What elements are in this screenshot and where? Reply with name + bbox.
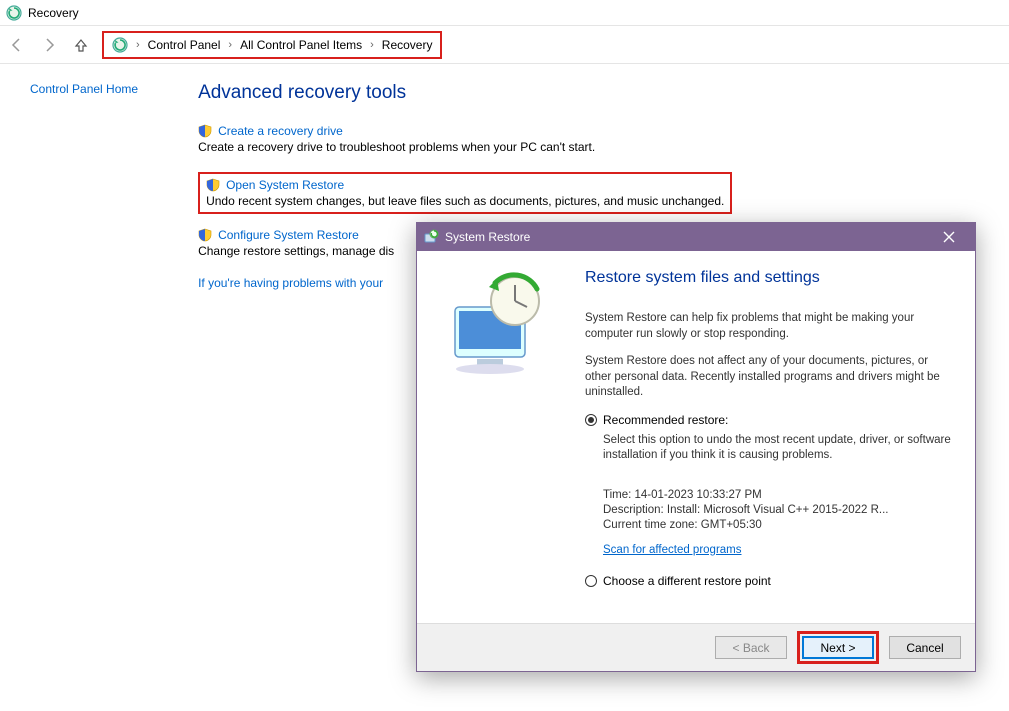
radio-recommended-restore[interactable]: Recommended restore: <box>585 413 955 427</box>
help-link[interactable]: If you're having problems with your <box>198 276 383 290</box>
chevron-right-icon: › <box>226 39 234 51</box>
control-panel-home-link[interactable]: Control Panel Home <box>30 82 138 96</box>
radio-description: Select this option to undo the most rece… <box>603 433 955 464</box>
close-button[interactable] <box>929 223 969 251</box>
dialog-body: Restore system files and settings System… <box>417 251 975 623</box>
shield-icon <box>206 178 220 192</box>
system-restore-dialog-icon <box>423 229 439 245</box>
dialog-paragraph: System Restore can help fix problems tha… <box>585 311 955 342</box>
nav-forward-icon[interactable] <box>38 34 60 56</box>
radio-icon <box>585 575 597 587</box>
tool-block-open-system-restore: Open System Restore Undo recent system c… <box>198 172 732 214</box>
nav-up-icon[interactable] <box>70 34 92 56</box>
close-icon <box>943 231 955 243</box>
scan-affected-programs-link[interactable]: Scan for affected programs <box>603 544 742 556</box>
configure-system-restore-link[interactable]: Configure System Restore <box>218 228 359 242</box>
recovery-window-icon <box>6 5 22 21</box>
next-button[interactable]: Next > <box>802 636 874 659</box>
breadcrumb: › Control Panel › All Control Panel Item… <box>102 31 442 59</box>
dialog-content-pane: Restore system files and settings System… <box>585 269 955 623</box>
dialog-title: System Restore <box>445 230 923 244</box>
window-title: Recovery <box>28 6 79 20</box>
breadcrumb-item[interactable]: Control Panel <box>148 38 221 52</box>
breadcrumb-item[interactable]: Recovery <box>382 38 433 52</box>
shield-icon <box>198 124 212 138</box>
radio-icon <box>585 414 597 426</box>
dialog-titlebar[interactable]: System Restore <box>417 223 975 251</box>
window-titlebar: Recovery <box>0 0 1009 26</box>
open-system-restore-link[interactable]: Open System Restore <box>226 178 344 192</box>
page-heading: Advanced recovery tools <box>198 82 979 104</box>
cancel-button[interactable]: Cancel <box>889 636 961 659</box>
next-button-highlight: Next > <box>797 631 879 664</box>
shield-icon <box>198 228 212 242</box>
create-recovery-drive-link[interactable]: Create a recovery drive <box>218 124 343 138</box>
tool-block-create-recovery-drive: Create a recovery drive Create a recover… <box>198 124 979 154</box>
restore-description-label: Description: Install: Microsoft Visual C… <box>603 504 955 516</box>
system-restore-illustration <box>437 269 557 379</box>
restore-timezone-label: Current time zone: GMT+05:30 <box>603 519 955 531</box>
radio-different-restore-point[interactable]: Choose a different restore point <box>585 574 955 588</box>
restore-time-label: Time: 14-01-2023 10:33:27 PM <box>603 489 955 501</box>
dialog-paragraph: System Restore does not affect any of yo… <box>585 354 955 401</box>
nav-row: › Control Panel › All Control Panel Item… <box>0 26 1009 64</box>
breadcrumb-item[interactable]: All Control Panel Items <box>240 38 362 52</box>
dialog-illustration-pane <box>437 269 567 623</box>
recovery-breadcrumb-icon <box>112 37 128 53</box>
tool-description: Create a recovery drive to troubleshoot … <box>198 140 979 154</box>
system-restore-dialog: System Restore Restore system files and … <box>416 222 976 672</box>
radio-label: Recommended restore: <box>603 413 728 427</box>
dialog-heading: Restore system files and settings <box>585 269 955 287</box>
chevron-right-icon: › <box>134 39 142 51</box>
chevron-right-icon: › <box>368 39 376 51</box>
nav-back-icon[interactable] <box>6 34 28 56</box>
tool-description: Undo recent system changes, but leave fi… <box>206 194 724 208</box>
back-button: < Back <box>715 636 787 659</box>
dialog-footer: < Back Next > Cancel <box>417 623 975 671</box>
radio-label: Choose a different restore point <box>603 574 771 588</box>
sidebar: Control Panel Home <box>30 82 138 290</box>
